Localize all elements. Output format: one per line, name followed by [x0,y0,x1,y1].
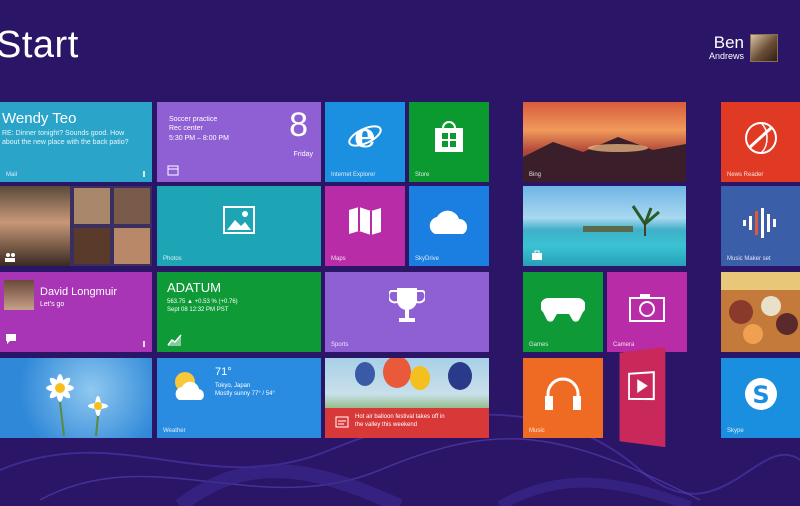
calendar-weekday: Friday [293,151,313,158]
person-photo [74,228,110,264]
tile-label: Skype [727,428,744,434]
contact-message: Let's go [40,301,65,308]
tile-label: Games [529,342,549,348]
stock-company: ADATUM [167,280,221,295]
tile-news[interactable]: Hot air balloon festival takes off in th… [325,358,489,438]
tile-label: Maps [331,256,346,262]
user-last-name: Andrews [708,51,744,62]
tile-finance[interactable]: ADATUM 563.75 ▲ +0.53 % (+0.76) Sept 08 … [157,272,321,352]
tile-label: Store [415,172,430,178]
person-photo [74,188,110,224]
tile-skydrive[interactable]: SkyDrive [409,186,489,266]
tile-label: Music [529,428,545,434]
event-title: Soccer practice [169,116,218,123]
headphones-icon [545,377,581,410]
svg-text:e: e [354,118,376,154]
news-headline-line1: Hot air balloon festival takes off in [355,414,445,420]
tile-label: Weather [163,428,186,434]
tile-label: Mail [6,172,18,178]
badge-count [143,171,145,177]
person-photo [4,280,34,310]
badge-count [143,341,145,347]
news-caption-bar: Hot air balloon festival takes off in th… [325,408,489,438]
tile-label: News Reader [727,172,764,178]
beach-landscape-image [583,205,660,236]
tile-desktop[interactable] [0,358,152,438]
weather-city: Tokyo, Japan [215,383,251,389]
tile-music[interactable]: Music [523,358,603,438]
sunset-landscape-image [523,137,686,182]
event-time: 5:30 PM – 8:00 PM [169,134,229,142]
svg-text:S: S [752,381,769,409]
skype-icon: S [745,378,777,410]
mail-preview: RE: Dinner tonight? Sounds good. How abo… [2,130,129,147]
person-photo [114,228,150,264]
user-first-name: Ben [713,33,744,53]
tile-calendar[interactable]: Soccer practice Rec center 5:30 PM – 8:0… [157,102,321,182]
tile-internet-explorer[interactable]: e Internet Explorer [325,102,405,182]
tile-people-update[interactable]: David Longmuir Let's go [0,272,152,352]
rss-globe-icon [745,122,777,154]
stock-timestamp: Sept 08 12:32 PM PST [167,307,229,314]
calendar-icon [167,165,179,176]
news-headline-line2: the valley this weekend [355,422,418,429]
map-icon [349,207,381,235]
tile-sports[interactable]: Sports [325,272,489,352]
tile-games[interactable]: Games [523,272,603,352]
contact-name: David Longmuir [40,286,118,298]
tile-maps[interactable]: Maps [325,186,405,266]
chat-icon [6,334,16,344]
tile-label: Sports [331,342,349,348]
tile-label: Bing [529,172,542,178]
hot-air-balloons-image [355,358,472,390]
people-icon [5,253,15,262]
sun-cloud-icon [175,372,204,400]
stock-quote: 563.75 ▲ +0.53 % (+0.76) [167,299,238,305]
store-bag-icon [435,121,463,152]
event-location: Rec center [169,125,203,133]
daisy-flowers-image [46,374,108,436]
tile-people[interactable] [0,186,152,266]
tile-video[interactable] [619,346,666,448]
camera-icon [629,294,665,322]
tile-label: Internet Explorer [331,172,376,178]
tile-photos[interactable]: Photos [157,186,321,266]
internet-explorer-icon: e [348,118,382,154]
mail-sender: Wendy Teo [2,110,77,127]
tile-weather[interactable]: 71° Tokyo, Japan Mostly sunny 77° / 54° … [157,358,321,438]
cloud-icon [429,210,468,234]
tile-mail[interactable]: Wendy Teo RE: Dinner tonight? Sounds goo… [0,102,152,182]
video-play-icon [628,371,655,400]
photo-icon [223,206,255,234]
news-icon [335,416,349,428]
user-account[interactable]: Ben Andrews [709,32,778,64]
chart-trend-icon [167,334,182,346]
suitcase-icon [532,250,542,260]
sound-wave-icon [743,208,776,238]
tile-label: Camera [613,342,635,348]
tile-label: Music Maker set [727,256,771,262]
tile-news-reader[interactable]: News Reader [721,102,800,182]
calendar-day: 8 [289,106,308,144]
avatar[interactable] [750,34,778,62]
cartoon-characters-image [721,272,800,344]
tile-camera[interactable]: Camera [607,272,687,352]
weather-condition: Mostly sunny 77° / 54° [215,391,275,398]
trophy-icon [389,288,425,322]
page-title: Start [0,24,79,66]
calendar-event: Soccer practice Rec center 5:30 PM – 8:0… [169,115,229,143]
tile-label: SkyDrive [415,256,440,262]
tile-travel[interactable] [523,186,686,266]
person-photo [114,188,150,224]
tile-store[interactable]: Store [409,102,489,182]
tile-bing[interactable]: Bing [523,102,686,182]
game-controller-icon [541,297,585,322]
tile-label: Photos [163,256,182,262]
tile-music-maker[interactable]: Music Maker set [721,186,800,266]
tile-game-artwork[interactable] [721,272,800,352]
weather-temperature: 71° [215,366,232,378]
tile-skype[interactable]: S Skype [721,358,800,438]
